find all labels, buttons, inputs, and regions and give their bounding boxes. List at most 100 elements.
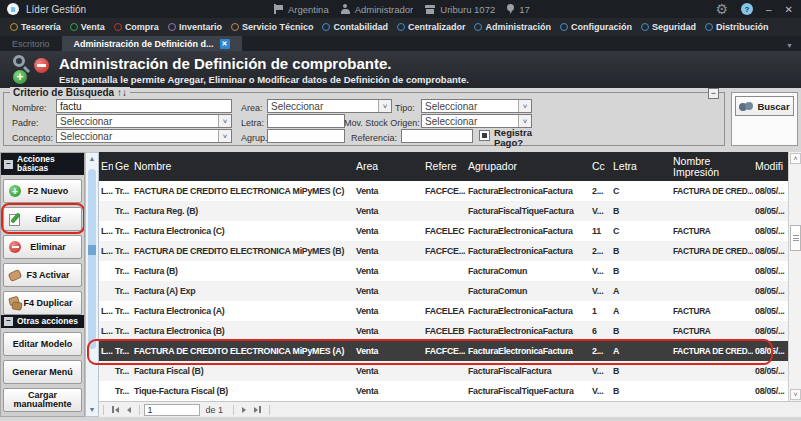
table-row[interactable]: Tr...Factura Reg. (B)VentaFacturaFiscalT…	[99, 201, 788, 221]
branch-indicator[interactable]: Uriburu 1072	[425, 4, 495, 15]
cargar-manualmente-button[interactable]: Cargar manualmente	[3, 388, 82, 412]
menu-item-distribuci-n[interactable]: Distribución	[705, 22, 769, 32]
tab-administracion-definicion[interactable]: Administración de Definición d... ✕	[62, 36, 242, 51]
menu-ring-icon	[114, 23, 122, 31]
table-cell: Venta	[348, 286, 421, 296]
column-header-refere[interactable]: Refere	[421, 161, 466, 172]
f3-activar-button[interactable]: F3 Activar	[3, 263, 82, 287]
menu-item-administraci-n[interactable]: Administración	[474, 22, 551, 32]
table-cell: FACELEA	[421, 306, 466, 316]
column-header-letra[interactable]: Letra	[611, 161, 671, 172]
country-indicator[interactable]: Argentina	[274, 4, 329, 15]
page-header: + Administración de Definición de compro…	[0, 51, 801, 88]
close-button[interactable]: ✕	[785, 4, 793, 15]
results-grid: EnGeNombreAreaRefereAgrupadorCcLetraNomb…	[99, 152, 788, 401]
table-row[interactable]: L...Tr...Factura Electronica (B)VentaFAC…	[99, 321, 788, 341]
scrollbar-thumb[interactable]	[88, 169, 96, 349]
tipo-select[interactable]: Seleccionar˅	[421, 99, 532, 113]
table-cell: Venta	[348, 226, 421, 236]
f2-nuevo-button[interactable]: +F2 Nuevo	[3, 179, 82, 203]
terminal-indicator[interactable]: 17	[507, 4, 530, 15]
app-logo-icon: li	[7, 3, 19, 15]
padre-select[interactable]: Seleccionar˅	[56, 114, 232, 128]
generar-men--button[interactable]: Generar Menú	[3, 360, 82, 384]
help-button[interactable]: ?	[741, 3, 753, 15]
collapse-section-icon[interactable]: −	[4, 317, 13, 326]
editar-button[interactable]: Editar	[3, 207, 82, 231]
user-indicator[interactable]: Administrador	[341, 4, 414, 15]
table-cell: Tr...	[113, 286, 132, 296]
letra-label: Letra:	[241, 118, 264, 128]
menu-item-servicio-t-cnico[interactable]: Servicio Técnico	[231, 22, 314, 32]
tab-close-icon[interactable]: ✕	[220, 39, 230, 49]
table-row[interactable]: Tr...Factura (B)VentaFacturaComunV...B08…	[99, 261, 788, 281]
buscar-button[interactable]: Buscar	[735, 96, 794, 116]
table-row[interactable]: L...Tr...Factura Electronica (A)VentaFAC…	[99, 301, 788, 321]
page-header-icon: +	[12, 54, 52, 85]
grid-scrollbar[interactable]: ˄ ˅	[788, 152, 801, 401]
agrup-input[interactable]	[267, 129, 345, 143]
scroll-up-icon[interactable]: ▲	[87, 154, 97, 164]
minimize-button[interactable]: –	[766, 4, 772, 15]
eliminar-button[interactable]: Eliminar	[3, 235, 82, 259]
menu-item-tesorer-a[interactable]: Tesorería	[10, 22, 61, 32]
menu-item-seguridad[interactable]: Seguridad	[641, 22, 696, 32]
mov-stock-origen-select[interactable]: Seleccionar˅	[421, 114, 532, 128]
menu-item-inventario[interactable]: Inventario	[168, 22, 222, 32]
menu-item-compra[interactable]: Compra	[114, 22, 159, 32]
column-header-ge[interactable]: Ge	[113, 161, 132, 172]
area-select[interactable]: Seleccionar˅	[267, 99, 392, 113]
column-header-area[interactable]: Area	[348, 161, 421, 172]
mov-stock-origen-label: Mov. Stock Origen:	[344, 118, 420, 128]
table-cell: 2...	[590, 186, 611, 196]
table-cell: 08/05/...	[753, 366, 788, 376]
column-header-modifi[interactable]: Modifi	[753, 161, 788, 172]
menu-item-label: Servicio Técnico	[242, 22, 314, 32]
column-header-nombre[interactable]: Nombre	[132, 161, 348, 172]
prev-page-button[interactable]	[127, 407, 131, 413]
last-page-button[interactable]	[254, 406, 261, 413]
page-number-input[interactable]: 1	[144, 404, 200, 416]
table-cell: L...	[99, 346, 113, 356]
referencia-input[interactable]	[401, 129, 473, 143]
criteria-collapse-button[interactable]: −	[708, 88, 719, 99]
grid-scrollbar-thumb[interactable]	[790, 225, 801, 251]
column-header-cc[interactable]: Cc	[590, 161, 611, 172]
table-row[interactable]: L...Tr...Factura Electronica (C)VentaFAC…	[99, 221, 788, 241]
letra-input[interactable]	[267, 114, 345, 128]
table-cell: B	[611, 266, 671, 276]
first-page-button[interactable]	[112, 406, 119, 413]
table-cell: Venta	[348, 386, 421, 396]
editar-modelo-button[interactable]: Editar Modelo	[3, 332, 82, 356]
f4-duplicar-button[interactable]: F4 Duplicar	[3, 291, 82, 315]
grid-scroll-up-icon[interactable]: ˄	[790, 153, 801, 164]
referencia-label: Referencia:	[351, 133, 397, 143]
table-row[interactable]: Tr...Tique-Factura Fiscal (B)VentaFactur…	[99, 381, 788, 401]
table-cell: Tr...	[113, 326, 132, 336]
menu-item-centralizador[interactable]: Centralizador	[397, 22, 466, 32]
tab-overflow-caret-icon[interactable]: ▼	[786, 42, 793, 49]
table-row[interactable]: L...Tr...FACTURA DE CREDITO ELECTRONICA …	[99, 181, 788, 201]
grid-scroll-down-icon[interactable]: ˅	[790, 389, 801, 400]
table-row[interactable]: L...Tr...FACTURA DE CREDITO ELECTRONICA …	[99, 341, 788, 361]
column-header-nombre-impresi-n[interactable]: Nombre Impresión	[671, 156, 753, 178]
menu-item-configuraci-n[interactable]: Configuración	[560, 22, 632, 32]
table-row[interactable]: L...Tr...FACTURA DE CREDITO ELECTRONICA …	[99, 241, 788, 261]
table-row[interactable]: Tr...Factura Fiscal (B)VentaFacturaFisca…	[99, 361, 788, 381]
column-header-en[interactable]: En	[99, 161, 113, 172]
table-row[interactable]: Tr...Factura (A) ExpVentaFacturaComunV..…	[99, 281, 788, 301]
menu-item-venta[interactable]: Venta	[70, 22, 105, 32]
sidebar-scrollbar[interactable]: ▲ ▼	[85, 152, 99, 417]
next-page-button[interactable]	[242, 407, 246, 413]
registra-pago-checkbox[interactable]	[479, 130, 490, 141]
column-header-agrupador[interactable]: Agrupador	[466, 161, 590, 172]
scroll-down-icon[interactable]: ▼	[87, 405, 97, 415]
nombre-input[interactable]: factu	[56, 99, 232, 113]
settings-gear-icon[interactable]: ⚙	[715, 2, 728, 16]
collapse-section-icon[interactable]: −	[4, 160, 13, 169]
tab-escritorio[interactable]: Escritorio	[0, 36, 62, 51]
search-criteria-panel: Criterio de Búsqueda ↑↓ − Nombre: factu …	[0, 88, 801, 152]
sidebar-section-header: −Otras acciones	[1, 315, 84, 328]
concepto-select[interactable]: Seleccionar˅	[56, 129, 232, 143]
menu-item-contabilidad[interactable]: Contabilidad	[322, 22, 388, 32]
